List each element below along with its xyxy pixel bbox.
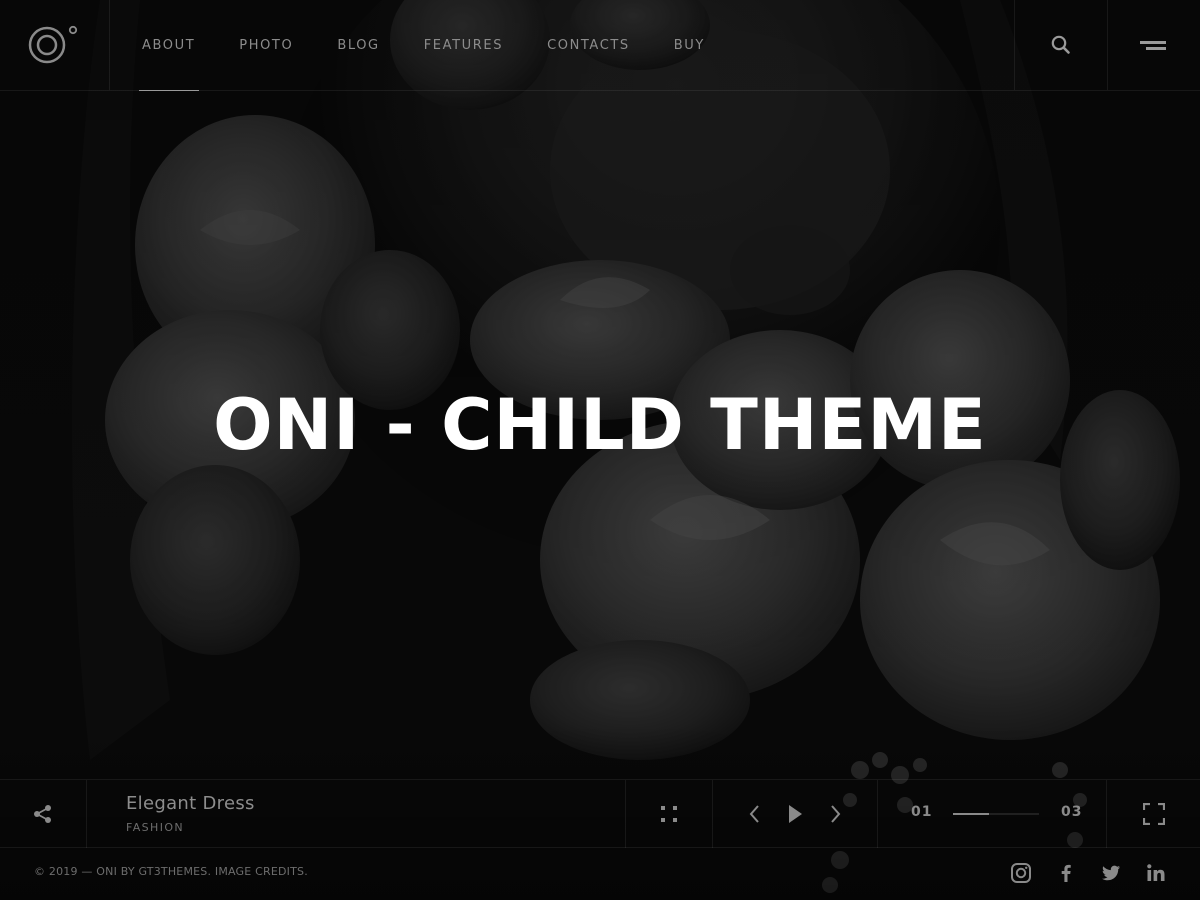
chevron-left-icon bbox=[749, 805, 759, 823]
facebook-link[interactable] bbox=[1053, 860, 1079, 886]
fullscreen-icon bbox=[1142, 803, 1165, 825]
slide-progress-bar bbox=[953, 813, 1039, 815]
menu-icon bbox=[1140, 41, 1166, 50]
hero-title: ONI - CHILD THEME bbox=[213, 384, 987, 466]
menu-button[interactable] bbox=[1107, 0, 1200, 90]
next-slide-button[interactable] bbox=[815, 794, 855, 834]
grid-icon bbox=[661, 806, 677, 822]
slide-info: Elegant Dress FASHION bbox=[126, 792, 255, 834]
instagram-icon bbox=[1011, 863, 1031, 883]
main-nav: ABOUT PHOTO BLOG FEATURES CONTACTS BUY bbox=[138, 0, 749, 91]
twitter-link[interactable] bbox=[1098, 860, 1124, 886]
play-button[interactable] bbox=[775, 794, 815, 834]
prev-slide-button[interactable] bbox=[735, 794, 775, 834]
linkedin-icon bbox=[1147, 864, 1165, 881]
share-button[interactable] bbox=[0, 780, 87, 848]
slide-counter: 01 03 bbox=[878, 780, 1107, 848]
nav-item-photo[interactable]: PHOTO bbox=[239, 0, 293, 90]
grid-view-button[interactable] bbox=[625, 780, 713, 848]
slide-progress-fill bbox=[953, 813, 990, 815]
nav-item-about[interactable]: ABOUT bbox=[138, 0, 200, 91]
total-slides-number: 03 bbox=[1061, 804, 1083, 820]
nav-item-features[interactable]: FEATURES bbox=[424, 0, 503, 90]
logo-icon bbox=[28, 25, 77, 64]
linkedin-link[interactable] bbox=[1143, 860, 1169, 886]
slide-title[interactable]: Elegant Dress bbox=[126, 792, 255, 816]
copyright-text: © 2019 — ONI BY GT3THEMES. IMAGE CREDITS… bbox=[34, 865, 308, 878]
twitter-icon bbox=[1102, 865, 1120, 881]
nav-item-blog[interactable]: BLOG bbox=[337, 0, 379, 90]
slide-nav-controls bbox=[713, 780, 878, 848]
facebook-icon bbox=[1061, 864, 1071, 882]
search-icon bbox=[1051, 35, 1070, 54]
chevron-right-icon bbox=[831, 805, 841, 823]
fullscreen-button[interactable] bbox=[1107, 780, 1200, 848]
search-button[interactable] bbox=[1014, 0, 1107, 90]
nav-item-buy[interactable]: BUY bbox=[674, 0, 705, 90]
instagram-link[interactable] bbox=[1008, 860, 1034, 886]
site-header: ABOUT PHOTO BLOG FEATURES CONTACTS BUY bbox=[0, 0, 1200, 91]
site-footer: © 2019 — ONI BY GT3THEMES. IMAGE CREDITS… bbox=[0, 848, 1200, 900]
current-slide-number: 01 bbox=[911, 804, 933, 820]
slider-control-bar: Elegant Dress FASHION 01 03 bbox=[0, 779, 1200, 848]
play-icon bbox=[789, 805, 802, 823]
share-icon bbox=[34, 805, 51, 823]
social-links bbox=[1008, 860, 1188, 886]
slide-category[interactable]: FASHION bbox=[126, 821, 255, 834]
logo-link[interactable] bbox=[0, 0, 110, 90]
nav-item-contacts[interactable]: CONTACTS bbox=[547, 0, 630, 90]
